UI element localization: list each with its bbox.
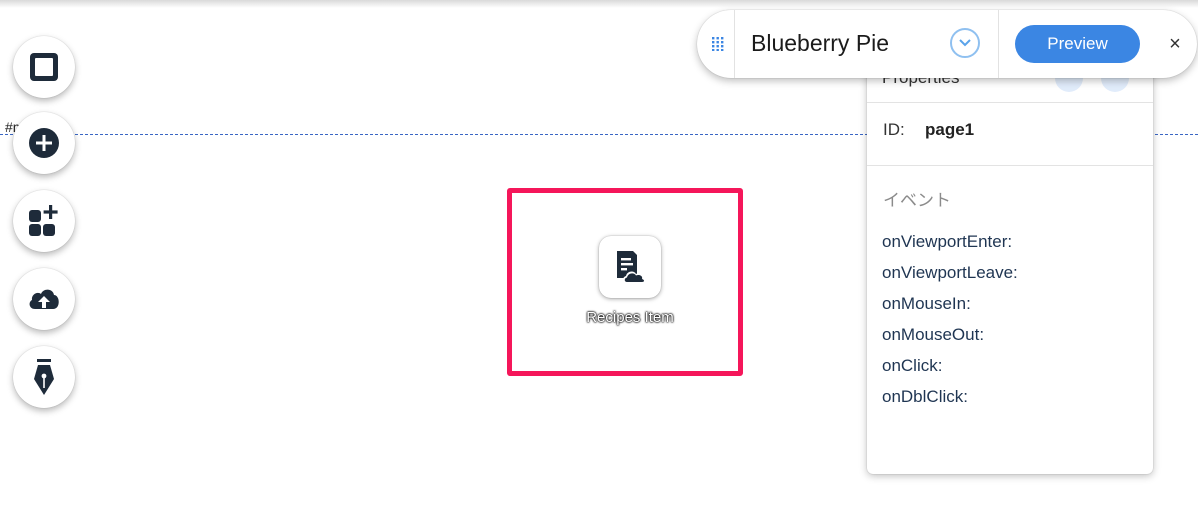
dynamic-page-icon: [617, 251, 646, 283]
panel-divider: [867, 165, 1153, 166]
recipes-item-tile[interactable]: [599, 236, 661, 298]
page-toolbar: Blueberry Pie Preview ×: [697, 10, 1197, 78]
event-mouse-out[interactable]: onMouseOut:: [882, 325, 984, 345]
pen-nib-icon: [34, 359, 54, 395]
id-value[interactable]: page1: [925, 120, 974, 140]
page-name: Blueberry Pie: [751, 30, 890, 56]
preview-button[interactable]: Preview: [1015, 25, 1140, 63]
event-dbl-click[interactable]: onDblClick:: [882, 387, 968, 407]
page-dropdown-button[interactable]: [950, 28, 980, 58]
event-mouse-in[interactable]: onMouseIn:: [882, 294, 971, 314]
add-apps-icon: [29, 205, 58, 236]
toolbar-divider: [998, 10, 999, 78]
event-viewport-leave[interactable]: onViewportLeave:: [882, 263, 1018, 283]
event-viewport-enter[interactable]: onViewportEnter:: [882, 232, 1012, 252]
panel-divider: [867, 102, 1153, 103]
add-element-button[interactable]: [13, 112, 75, 174]
top-shadow: [0, 0, 1198, 8]
event-click[interactable]: onClick:: [882, 356, 942, 376]
events-heading: イベント: [883, 191, 951, 210]
recipes-item-label: Recipes Item: [586, 309, 674, 326]
id-label: ID:: [883, 120, 905, 139]
pen-tool-button[interactable]: [13, 346, 75, 408]
toolbar-divider: [734, 10, 735, 78]
drag-handle-icon[interactable]: [712, 37, 724, 56]
chevron-down-icon: [959, 39, 971, 47]
properties-panel: Properties ID: page1 イベント onViewportEnte…: [867, 52, 1153, 474]
upload-cloud-icon: [29, 289, 59, 309]
page-square-button[interactable]: [13, 36, 75, 98]
add-apps-button[interactable]: [13, 190, 75, 252]
close-icon[interactable]: ×: [1163, 32, 1187, 56]
page-square-icon: [30, 53, 58, 81]
upload-media-button[interactable]: [13, 268, 75, 330]
add-plus-icon: [29, 128, 59, 158]
